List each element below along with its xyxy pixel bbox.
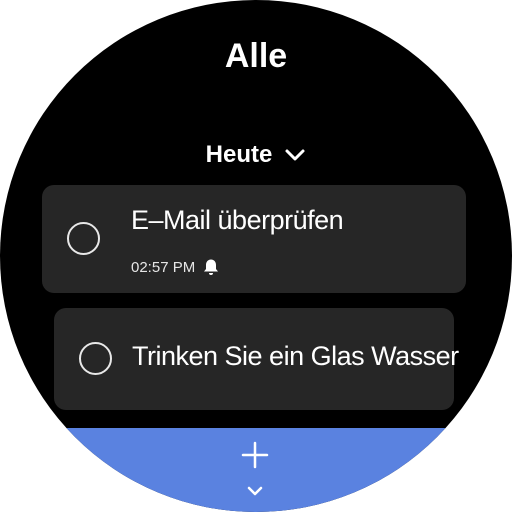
task-title: E–Mail überprüfen [131,205,344,235]
task-reminder: 02:57 PM [131,257,221,277]
task-checkbox[interactable] [79,342,112,375]
plus-icon [241,441,269,469]
page-title: Alle [224,37,288,75]
task-checkbox[interactable] [67,222,100,255]
task-item[interactable]: E–Mail überprüfen 02:57 PM [42,185,466,293]
task-title: Trinken Sie ein Glas Wasser [132,341,459,371]
bell-icon [204,259,219,275]
chevron-down-icon [285,149,305,161]
section-label: Heute [205,141,273,168]
section-toggle-today[interactable]: Heute [0,138,512,172]
task-item[interactable]: Trinken Sie ein Glas Wasser [54,308,459,410]
chevron-down-icon [247,486,263,496]
task-time: 02:57 PM [131,258,196,276]
add-task-button[interactable] [0,428,512,512]
watch-screen: Alle Heute E–Mail überprüfen 02:57 PM Tr… [0,0,512,512]
